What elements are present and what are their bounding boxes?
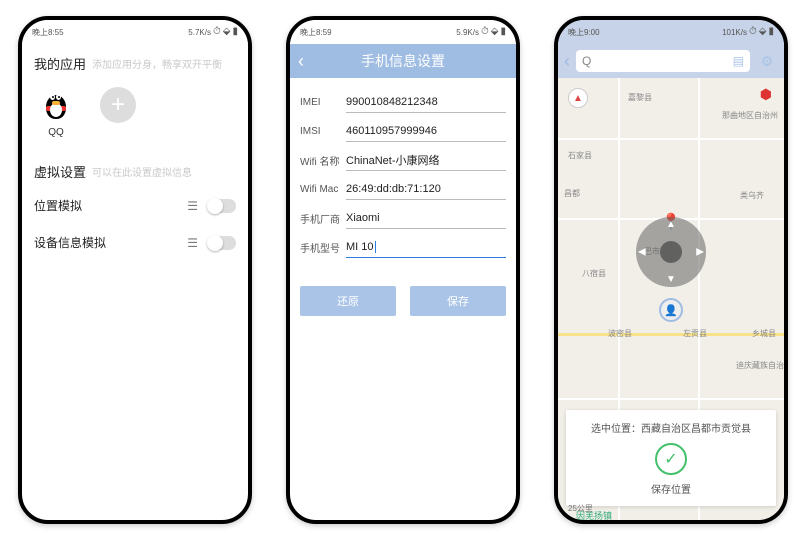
- map-header: ‹ Q ▤ ⚙: [558, 44, 784, 78]
- alarm-icon: ⏱: [481, 27, 489, 37]
- place-label: 嘉黎县: [628, 92, 652, 103]
- section-title: 虚拟设置: [34, 162, 86, 181]
- signal-icon: ▮: [768, 27, 774, 37]
- alarm-icon: ⏱: [213, 27, 221, 37]
- status-time: 晚上8:55: [32, 27, 64, 38]
- arrow-down-icon: ▼: [666, 274, 676, 285]
- place-label: 左贡县: [683, 328, 707, 339]
- search-icon: Q: [582, 54, 591, 68]
- confirm-button[interactable]: ✓: [655, 443, 687, 475]
- status-bar: 晚上8:59 5.9K/s ⏱ ⬙ ▮: [290, 20, 516, 44]
- user-avatar[interactable]: 👤: [659, 298, 683, 322]
- text-cursor: [375, 241, 376, 253]
- toggle-location[interactable]: [208, 199, 236, 213]
- back-button[interactable]: ‹: [298, 51, 304, 72]
- wifi-icon: ⬙: [491, 27, 499, 37]
- arrow-up-icon: ▲: [666, 219, 676, 230]
- header-title: 手机信息设置: [361, 51, 445, 71]
- label-imei: IMEI: [300, 97, 346, 108]
- section-title: 我的应用: [34, 54, 86, 73]
- alarm-icon: ⏱: [749, 27, 757, 37]
- map-canvas[interactable]: ▲ ⬢ 嘉黎县 那曲地区自治州 石家县 昌都 八宿县 巴市 类乌齐 波密县 左贡…: [558, 78, 784, 520]
- reset-button[interactable]: 还原: [300, 286, 396, 316]
- phone-my-apps: 晚上8:55 5.7K/s ⏱ ⬙ ▮ 我的应用 添加应用分身，畅享双开平衡: [18, 16, 252, 524]
- section-subtitle: 添加应用分身，畅享双开平衡: [92, 56, 222, 71]
- sliders-icon[interactable]: ☰: [187, 236, 198, 250]
- wifi-icon: ⬙: [759, 27, 767, 37]
- input-imei[interactable]: [346, 92, 506, 113]
- signal-icon: ▮: [500, 27, 506, 37]
- place-label: 八宿县: [582, 268, 606, 279]
- status-net: 5.7K/s: [188, 28, 211, 37]
- status-net: 5.9K/s: [456, 28, 479, 37]
- header-bar: ‹ 手机信息设置: [290, 44, 516, 78]
- place-label: 迪庆藏族自治: [736, 360, 784, 371]
- place-label: 那曲地区自治州: [722, 110, 778, 121]
- label-wifi-mac: Wifi Mac: [300, 184, 346, 195]
- app-label: QQ: [48, 127, 64, 138]
- wifi-icon: ⬙: [223, 27, 231, 37]
- label-imsi: IMSI: [300, 126, 346, 137]
- save-button[interactable]: 保存: [410, 286, 506, 316]
- poi-pin-icon: ⬢: [760, 86, 772, 103]
- sliders-icon[interactable]: ☰: [187, 199, 198, 213]
- joystick[interactable]: ▲ ▼ ▶ ◀: [636, 217, 706, 287]
- label-model: 手机型号: [300, 240, 346, 255]
- row-device-mock[interactable]: 设备信息模拟 ☰: [22, 224, 248, 261]
- row-label: 位置模拟: [34, 197, 82, 214]
- input-model[interactable]: MI 10: [346, 237, 506, 258]
- arrow-right-icon: ▶: [696, 247, 704, 258]
- back-button[interactable]: ‹: [564, 51, 570, 72]
- input-imsi[interactable]: [346, 121, 506, 142]
- place-label: 类乌齐: [740, 190, 764, 201]
- selected-location-text: 选中位置：西藏自治区昌都市贡觉县: [576, 420, 766, 435]
- status-bar: 晚上9:00 101K/s ⏱ ⬙ ▮: [558, 20, 784, 44]
- toggle-device[interactable]: [208, 236, 236, 250]
- compass-icon[interactable]: ▲: [568, 88, 588, 108]
- input-vendor[interactable]: [346, 208, 506, 229]
- status-net: 101K/s: [722, 28, 747, 37]
- add-app-button[interactable]: +: [96, 87, 140, 138]
- label-vendor: 手机厂商: [300, 211, 346, 226]
- section-header-virtual: 虚拟设置 可以在此设置虚拟信息: [22, 152, 248, 187]
- location-card: 选中位置：西藏自治区昌都市贡觉县 ✓ 保存位置: [566, 410, 776, 506]
- phone-map: 晚上9:00 101K/s ⏱ ⬙ ▮ ‹ Q ▤ ⚙: [554, 16, 788, 524]
- phone-device-settings: 晚上8:59 5.9K/s ⏱ ⬙ ▮ ‹ 手机信息设置 IMEI IMSI W…: [286, 16, 520, 524]
- plus-icon: +: [100, 87, 136, 123]
- app-qq[interactable]: QQ: [34, 87, 78, 138]
- status-time: 晚上9:00: [568, 27, 600, 38]
- gear-icon[interactable]: ⚙: [756, 50, 778, 72]
- label-wifi-name: Wifi 名称: [300, 153, 346, 168]
- row-label: 设备信息模拟: [34, 234, 106, 251]
- list-icon[interactable]: ▤: [733, 54, 744, 68]
- status-time: 晚上8:59: [300, 27, 332, 38]
- qq-icon: [38, 87, 74, 123]
- section-subtitle: 可以在此设置虚拟信息: [92, 164, 192, 179]
- place-label: 波密县: [608, 328, 632, 339]
- status-bar: 晚上8:55 5.7K/s ⏱ ⬙ ▮: [22, 20, 248, 44]
- place-label: 乡城县: [752, 328, 776, 339]
- place-label: 石家县: [568, 150, 592, 161]
- place-label: 因羌扬镇: [576, 509, 612, 520]
- row-location-mock[interactable]: 位置模拟 ☰: [22, 187, 248, 224]
- search-input[interactable]: Q ▤: [576, 50, 750, 72]
- input-wifi-mac[interactable]: [346, 179, 506, 200]
- section-header-apps: 我的应用 添加应用分身，畅享双开平衡: [22, 44, 248, 79]
- input-wifi-name[interactable]: [346, 150, 506, 171]
- save-location-label: 保存位置: [576, 481, 766, 496]
- arrow-left-icon: ◀: [638, 247, 646, 258]
- signal-icon: ▮: [232, 27, 238, 37]
- place-label: 昌都: [564, 188, 580, 199]
